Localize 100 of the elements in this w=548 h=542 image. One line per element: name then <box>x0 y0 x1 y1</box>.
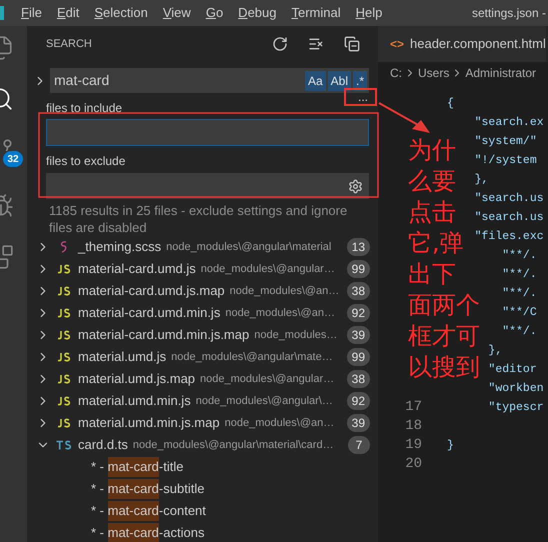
match-line[interactable]: * - mat-card-title <box>27 456 378 478</box>
search-option-toggle[interactable]: Abl <box>328 70 351 90</box>
settings-icon[interactable] <box>348 178 363 194</box>
menu-item[interactable]: Edit <box>56 3 80 23</box>
file-name: material.umd.min.js <box>78 392 191 410</box>
result-file-row[interactable]: material-card.umd.min.js.map node_modules… 39 <box>27 324 378 346</box>
notification-badge: 32 <box>3 151 23 167</box>
breadcrumb-item[interactable]: Users <box>418 64 450 82</box>
result-file-row[interactable]: material.umd.js node_modules\@angular\mate… 99 <box>27 346 378 368</box>
code-line: "workben <box>488 380 544 397</box>
code-line: "search.us <box>474 190 544 207</box>
js-icon <box>57 264 71 274</box>
result-file-row[interactable]: _theming.scss node_modules\@angular\material 13 <box>27 236 378 258</box>
file-name: material.umd.js <box>78 348 166 366</box>
menu-item[interactable]: Debug <box>238 3 276 23</box>
breadcrumb-item[interactable]: C: <box>390 64 402 82</box>
result-file-row[interactable]: material.umd.js.map node_modules\@angular… 38 <box>27 368 378 390</box>
code-line: } <box>447 438 454 454</box>
highlight-frame <box>344 88 377 106</box>
file-path: node_modules\@angular\material\card… <box>132 438 334 453</box>
file-path: node_modules\@angular\material <box>166 240 332 255</box>
code-line: "search.ex <box>474 114 544 131</box>
file-name: material-card.umd.js.map <box>78 282 225 300</box>
search-field[interactable]: mat-card Aa Abl .* <box>50 68 369 93</box>
toggle-details-button[interactable]: ... <box>358 93 368 101</box>
result-file-row[interactable]: material-card.umd.js node_modules\@angular… 99 <box>27 258 378 280</box>
menu-item[interactable]: View <box>162 3 191 23</box>
js-icon <box>57 330 71 340</box>
file-name: material-card.umd.min.js <box>78 304 220 322</box>
file-path: node_modules\@an… <box>225 306 335 321</box>
include-field[interactable] <box>46 119 369 146</box>
result-file-row[interactable]: material-card.umd.js.map node_modules\@an… 38 <box>27 280 378 302</box>
js-icon <box>57 352 71 362</box>
file-path: node_modules\@angular\… <box>196 394 333 409</box>
sass-icon <box>59 240 69 254</box>
match-count-badge: 38 <box>346 282 370 300</box>
window-title: settings.json - <box>472 5 546 22</box>
ts-icon <box>56 440 72 450</box>
file-name: material.umd.min.js.map <box>78 414 220 432</box>
match-line[interactable]: * - mat-card-content <box>27 500 378 522</box>
match-count-badge: 99 <box>346 348 370 366</box>
file-name: material-card.umd.js <box>78 260 196 278</box>
line-number: 17 <box>405 399 422 415</box>
match-count-badge: 92 <box>346 392 370 410</box>
file-path: node_modules\@angular… <box>200 262 335 277</box>
file-name: card.d.ts <box>78 436 128 454</box>
code-line: "system/" <box>474 134 537 150</box>
line-number: 18 <box>405 418 422 434</box>
match-count-badge: 92 <box>346 304 370 322</box>
html-icon: <> <box>390 35 404 53</box>
match-count-badge: 39 <box>346 326 370 344</box>
search-option-toggle[interactable]: Aa <box>304 70 326 90</box>
result-file-row[interactable]: material.umd.min.js node_modules\@angular\… 92 <box>27 390 378 412</box>
menu-item[interactable]: Help <box>356 3 382 23</box>
file-path: node_modules\@angular… <box>200 372 334 387</box>
match-count-badge: 39 <box>346 414 370 432</box>
menu-item[interactable]: Selection <box>94 3 148 23</box>
js-icon <box>57 418 71 428</box>
file-name: _theming.scss <box>78 238 162 256</box>
file-path: node_modules\@an… <box>230 284 340 299</box>
clear-results-icon[interactable] <box>308 36 324 52</box>
menu-item[interactable]: Terminal <box>291 3 341 23</box>
app-logo-icon <box>0 6 4 20</box>
code-line: }, <box>474 172 488 188</box>
js-icon <box>57 396 71 406</box>
code-line: { <box>447 96 454 112</box>
js-icon <box>57 374 71 384</box>
file-path: node_modules… <box>254 328 338 343</box>
code-line: "**/. <box>502 286 537 302</box>
match-count-badge: 38 <box>346 370 370 388</box>
js-icon <box>57 286 71 296</box>
editor-tab[interactable]: <> header.component.html <box>378 26 546 62</box>
panel-title: SEARCH <box>46 36 92 52</box>
exclude-field[interactable] <box>46 173 369 199</box>
menu-item[interactable]: File <box>21 3 42 23</box>
results-message: 1185 results in 25 files - exclude settings and ignore files are disabled <box>48 202 348 236</box>
code-line: "**/. <box>502 266 537 283</box>
code-line: "**/C <box>502 304 537 321</box>
exclude-label: files to exclude <box>46 154 126 168</box>
match-line[interactable]: * - mat-card-actions <box>27 522 378 542</box>
breadcrumb-item[interactable]: Administrator <box>465 64 536 82</box>
file-name: material-card.umd.min.js.map <box>78 326 250 344</box>
result-file-row[interactable]: material-card.umd.min.js node_modules\@an… 92 <box>27 302 378 324</box>
code-line: "**/. <box>502 324 537 340</box>
match-count-badge: 99 <box>346 260 370 278</box>
code-line: "editor <box>488 362 537 378</box>
menu-item[interactable]: Go <box>206 3 224 23</box>
match-count-badge: 7 <box>348 436 370 454</box>
line-number: 20 <box>405 456 422 472</box>
code-line: "search.us <box>474 210 544 226</box>
code-line: "**/. <box>502 248 537 264</box>
file-path: node_modules\@angular\mate… <box>171 350 333 365</box>
match-line[interactable]: * - mat-card-subtitle <box>27 478 378 500</box>
collapse-all-icon[interactable] <box>344 36 360 52</box>
result-file-row[interactable]: card.d.ts node_modules\@angular\material\card… 7 <box>27 434 378 456</box>
code-line: "!/system <box>474 152 537 169</box>
refresh-icon[interactable] <box>272 36 288 52</box>
code-line: }, <box>488 342 502 359</box>
file-path: node_modules\@an… <box>224 416 334 431</box>
result-file-row[interactable]: material.umd.min.js.map node_modules\@an… 39 <box>27 412 378 434</box>
